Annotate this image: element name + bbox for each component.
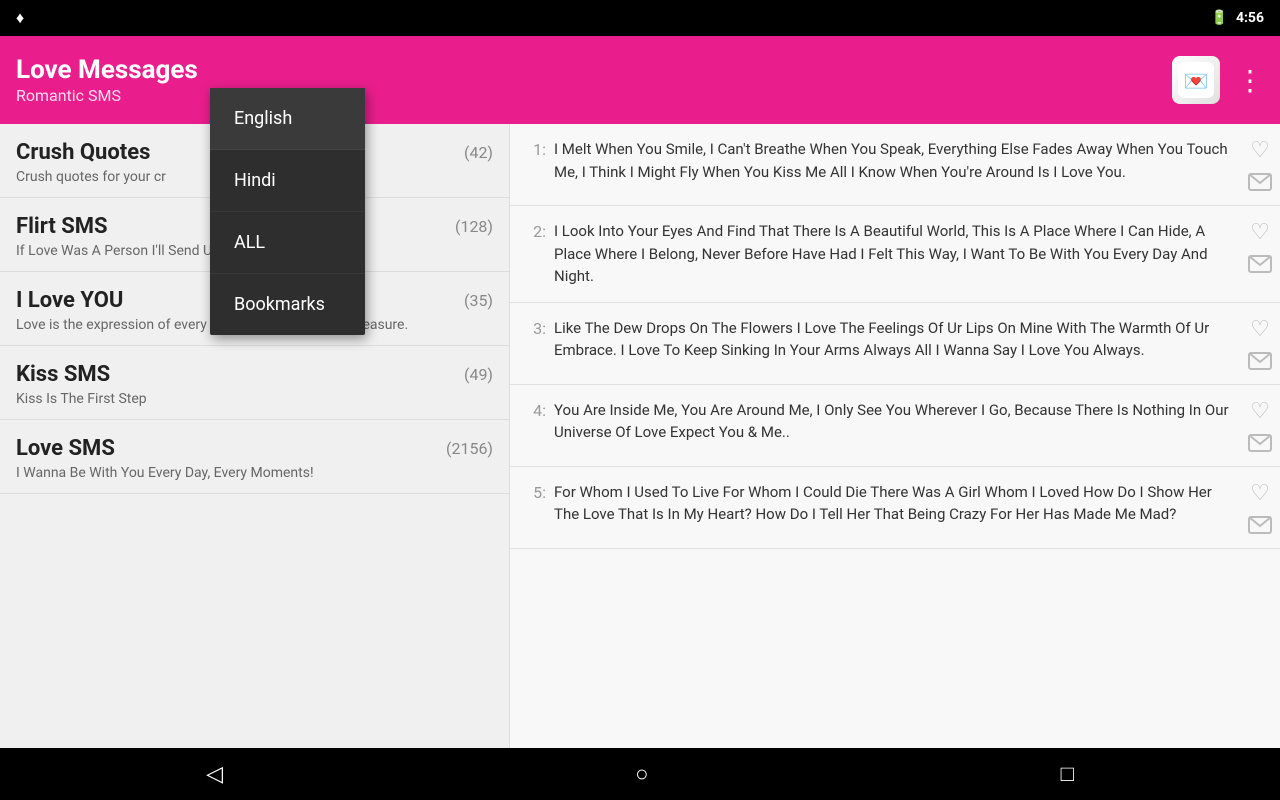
category-item-love-sms[interactable]: Love SMS (2156) I Wanna Be With You Ever…	[0, 420, 509, 494]
message-number: 4:	[518, 399, 554, 420]
category-name: Flirt SMS	[16, 214, 108, 239]
message-text: I Look Into Your Eyes And Find That Ther…	[554, 220, 1240, 288]
category-name: Love SMS	[16, 436, 115, 461]
mail-icon[interactable]	[1248, 516, 1272, 534]
category-count: (128)	[455, 217, 493, 236]
message-actions: ♡	[1240, 220, 1272, 273]
app-bar-actions: 💌 ⋮	[1172, 56, 1264, 104]
message-item: 2: I Look Into Your Eyes And Find That T…	[510, 206, 1280, 303]
app-bar: Love Messages Romantic SMS 💌 ⋮	[0, 36, 1280, 124]
message-item: 4: You Are Inside Me, You Are Around Me,…	[510, 385, 1280, 467]
message-item: 3: Like The Dew Drops On The Flowers I L…	[510, 303, 1280, 385]
message-item: 1: I Melt When You Smile, I Can't Breath…	[510, 124, 1280, 206]
app-bar-title-area: Love Messages Romantic SMS	[16, 55, 1172, 105]
category-header: Kiss SMS (49)	[16, 362, 493, 387]
message-text: Like The Dew Drops On The Flowers I Love…	[554, 317, 1240, 362]
category-desc: I Wanna Be With You Every Day, Every Mom…	[16, 465, 493, 481]
heart-icon[interactable]: ♡	[1250, 481, 1270, 506]
mail-icon[interactable]	[1248, 352, 1272, 370]
category-count: (49)	[464, 365, 493, 384]
nav-bar: ◁ ○ □	[0, 748, 1280, 800]
home-button[interactable]: ○	[635, 761, 648, 787]
message-text: I Melt When You Smile, I Can't Breathe W…	[554, 138, 1240, 183]
category-name: Kiss SMS	[16, 362, 110, 387]
mail-icon[interactable]	[1248, 173, 1272, 191]
status-bar-right: 🔋 4:56	[1211, 10, 1264, 26]
heart-icon[interactable]: ♡	[1250, 317, 1270, 342]
message-actions: ♡	[1240, 481, 1272, 534]
svg-text:💌: 💌	[1184, 69, 1209, 93]
message-number: 3:	[518, 317, 554, 338]
dropdown-item-bookmarks[interactable]: Bookmarks	[210, 274, 365, 335]
dropdown-item-all[interactable]: ALL	[210, 212, 365, 274]
category-name: I Love YOU	[16, 288, 123, 313]
time-display: 4:56	[1236, 10, 1264, 26]
mail-icon[interactable]	[1248, 255, 1272, 273]
message-text: You Are Inside Me, You Are Around Me, I …	[554, 399, 1240, 444]
heart-icon[interactable]: ♡	[1250, 138, 1270, 163]
category-count: (35)	[464, 291, 493, 310]
heart-icon[interactable]: ♡	[1250, 220, 1270, 245]
mail-icon[interactable]	[1248, 434, 1272, 452]
message-actions: ♡	[1240, 317, 1272, 370]
category-count: (42)	[464, 143, 493, 162]
message-item: 5: For Whom I Used To Live For Whom I Co…	[510, 467, 1280, 549]
message-number: 5:	[518, 481, 554, 502]
right-panel: 1: I Melt When You Smile, I Can't Breath…	[510, 124, 1280, 748]
app-logo-icon[interactable]: 💌	[1172, 56, 1220, 104]
notification-icon: ♦	[16, 8, 24, 28]
message-text: For Whom I Used To Live For Whom I Could…	[554, 481, 1240, 526]
category-item-kiss-sms[interactable]: Kiss SMS (49) Kiss Is The First Step	[0, 346, 509, 420]
category-name: Crush Quotes	[16, 140, 150, 165]
dropdown-item-hindi[interactable]: Hindi	[210, 150, 365, 212]
message-number: 1:	[518, 138, 554, 159]
more-options-icon[interactable]: ⋮	[1236, 64, 1264, 97]
main-content: Crush Quotes (42) Crush quotes for your …	[0, 124, 1280, 748]
back-button[interactable]: ◁	[206, 762, 223, 787]
app-subtitle: Romantic SMS	[16, 86, 1172, 105]
dropdown-item-english[interactable]: English	[210, 88, 365, 150]
category-header: Love SMS (2156)	[16, 436, 493, 461]
battery-icon: 🔋	[1211, 10, 1228, 26]
status-bar: ♦ 🔋 4:56	[0, 0, 1280, 36]
heart-icon[interactable]: ♡	[1250, 399, 1270, 424]
message-actions: ♡	[1240, 399, 1272, 452]
message-number: 2:	[518, 220, 554, 241]
status-bar-left: ♦	[16, 8, 24, 28]
category-desc: Kiss Is The First Step	[16, 391, 493, 407]
category-count: (2156)	[446, 439, 493, 458]
message-actions: ♡	[1240, 138, 1272, 191]
language-dropdown-menu: English Hindi ALL Bookmarks	[210, 88, 365, 335]
recent-button[interactable]: □	[1061, 761, 1074, 787]
app-title: Love Messages	[16, 55, 1172, 86]
